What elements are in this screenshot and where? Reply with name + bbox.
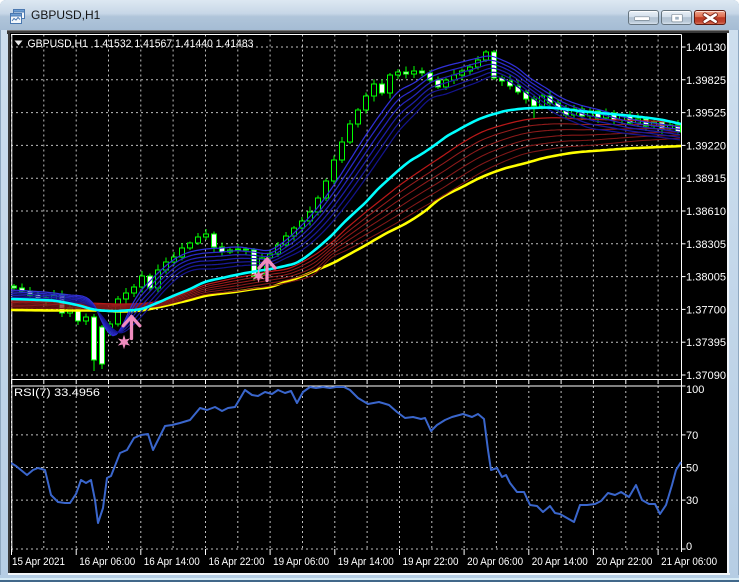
svg-text:16 Apr 06:00: 16 Apr 06:00 — [79, 556, 135, 568]
svg-text:1.37395: 1.37395 — [686, 337, 726, 349]
svg-text:GBPUSD,H1 1.41532 1.41567 1.4: GBPUSD,H1 1.41532 1.41567 1.41440 1.4148… — [28, 38, 254, 50]
svg-text:1.39525: 1.39525 — [686, 108, 726, 120]
svg-text:1.38305: 1.38305 — [686, 239, 726, 251]
svg-text:1.38915: 1.38915 — [686, 173, 726, 185]
svg-text:30: 30 — [686, 495, 698, 507]
svg-text:20 Apr 22:00: 20 Apr 22:00 — [596, 556, 652, 568]
svg-text:21 Apr 06:00: 21 Apr 06:00 — [661, 556, 717, 568]
svg-text:19 Apr 06:00: 19 Apr 06:00 — [273, 556, 329, 568]
svg-text:100: 100 — [686, 384, 704, 396]
svg-text:1.39220: 1.39220 — [686, 140, 726, 152]
svg-text:RSI(7) 33.4956: RSI(7) 33.4956 — [14, 387, 100, 399]
svg-text:20 Apr 14:00: 20 Apr 14:00 — [532, 556, 588, 568]
svg-text:0: 0 — [686, 541, 692, 553]
svg-text:19 Apr 14:00: 19 Apr 14:00 — [338, 556, 394, 568]
svg-text:1.37700: 1.37700 — [686, 304, 726, 316]
svg-text:50: 50 — [686, 463, 698, 475]
svg-text:1.38005: 1.38005 — [686, 272, 726, 284]
svg-text:16 Apr 14:00: 16 Apr 14:00 — [144, 556, 200, 568]
svg-text:16 Apr 22:00: 16 Apr 22:00 — [209, 556, 265, 568]
svg-text:19 Apr 22:00: 19 Apr 22:00 — [403, 556, 459, 568]
svg-text:1.40130: 1.40130 — [686, 42, 726, 54]
svg-text:70: 70 — [686, 430, 698, 442]
svg-text:15 Apr 2021: 15 Apr 2021 — [12, 556, 65, 568]
svg-text:1.39825: 1.39825 — [686, 75, 726, 87]
svg-text:1.37090: 1.37090 — [686, 370, 726, 382]
svg-text:1.38610: 1.38610 — [686, 206, 726, 218]
svg-text:20 Apr 06:00: 20 Apr 06:00 — [467, 556, 523, 568]
